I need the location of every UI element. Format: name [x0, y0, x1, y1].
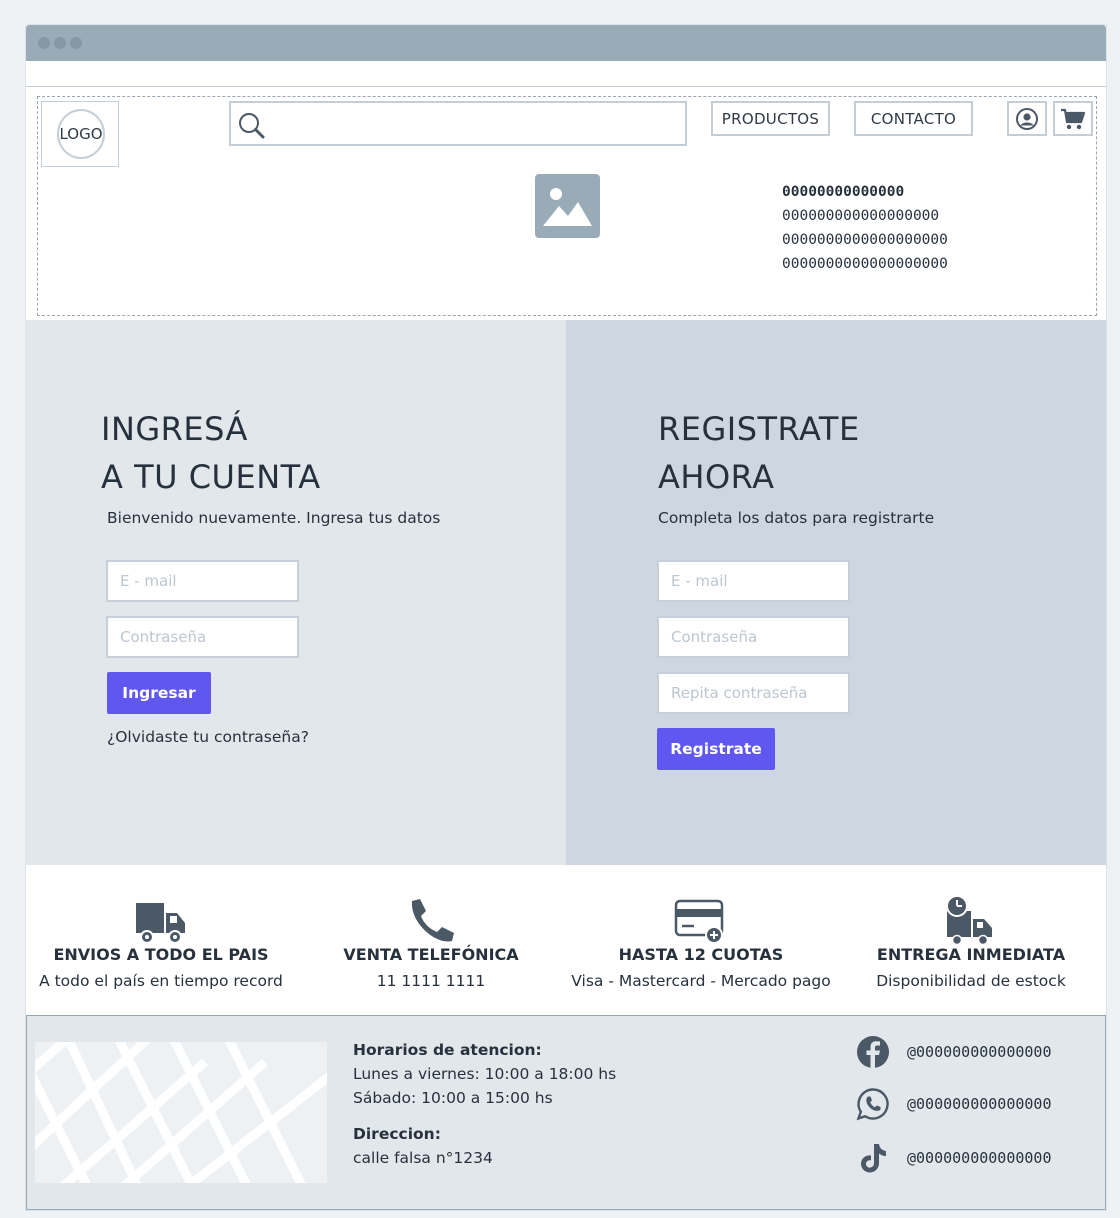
truck-icon [136, 903, 185, 944]
feature-title: ENTREGA INMEDIATA [876, 945, 1066, 964]
window-dot-icon [70, 37, 82, 49]
login-title-line: A TU CUENTA [101, 458, 321, 496]
feature-subtitle: 11 1111 1111 [376, 972, 486, 990]
feature-item: HASTA 12 CUOTAS Visa - Mastercard - Merc… [566, 865, 836, 1015]
register-title-line: AHORA [658, 458, 775, 496]
login-submit-button[interactable]: Ingresar [107, 672, 211, 714]
header-text-line: 0000000000000000000 [782, 232, 948, 248]
site-footer: Horarios de atencion: Lunes a viernes: 1… [26, 1015, 1106, 1210]
header-text-line: 000000000000000000 [782, 208, 940, 224]
window-dot-icon [54, 37, 66, 49]
feature-item: VENTA TELEFÓNICA 11 1111 1111 [296, 865, 566, 1015]
account-button[interactable] [1007, 101, 1047, 136]
register-submit-button[interactable]: Registrate [657, 728, 775, 770]
browser-window: LOGO PRODUCTOS CONTACTO 00000000000000 0… [26, 25, 1106, 1210]
nav-contacto-button[interactable]: CONTACTO [854, 101, 973, 136]
social-facebook-link[interactable]: @000000000000000 [855, 1032, 1095, 1072]
image-placeholder-icon [535, 174, 600, 238]
social-handle: @000000000000000 [907, 1149, 1052, 1167]
login-email-field[interactable] [106, 560, 299, 602]
cart-button[interactable] [1053, 101, 1093, 136]
feature-subtitle: Visa - Mastercard - Mercado pago [571, 972, 831, 990]
logo-label: LOGO [57, 109, 105, 159]
tiktok-icon [861, 1144, 886, 1173]
social-handle: @000000000000000 [907, 1043, 1052, 1061]
window-dot-icon [38, 37, 50, 49]
site-header: LOGO PRODUCTOS CONTACTO 00000000000000 0… [37, 96, 1097, 316]
user-circle-icon [1016, 107, 1038, 130]
register-subtitle: Completa los datos para registrarte [658, 509, 935, 527]
feature-subtitle: Disponibilidad de estock [876, 972, 1066, 990]
social-handle: @000000000000000 [907, 1095, 1052, 1113]
whatsapp-icon [856, 1088, 889, 1121]
phone-icon [411, 899, 454, 942]
nav-productos-button[interactable]: PRODUCTOS [711, 101, 830, 136]
feature-subtitle: A todo el país en tiempo record [39, 972, 283, 990]
login-title: INGRESÁ A TU CUENTA [101, 405, 321, 501]
search-input[interactable] [271, 103, 681, 144]
feature-item: ENTREGA INMEDIATA Disponibilidad de esto… [836, 865, 1106, 1015]
forgot-password-link[interactable]: ¿Olvidaste tu contraseña? [107, 728, 309, 746]
social-tiktok-link[interactable]: @000000000000000 [855, 1138, 1095, 1178]
hours-title: Horarios de atencion: [353, 1041, 542, 1059]
feature-title: HASTA 12 CUOTAS [618, 945, 784, 964]
feature-item: ENVIOS A TODO EL PAIS A todo el país en … [26, 865, 296, 1015]
register-email-field[interactable] [657, 560, 850, 602]
register-title-line: REGISTRATE [658, 410, 860, 448]
search-icon [239, 113, 265, 139]
register-section: REGISTRATE AHORA Completa los datos para… [566, 320, 1106, 865]
feature-title: ENVIOS A TODO EL PAIS [53, 945, 269, 964]
facebook-icon [857, 1036, 889, 1068]
register-repeat-password-field[interactable] [657, 672, 850, 714]
header-text-line: 00000000000000 [782, 184, 905, 200]
login-password-field[interactable] [106, 616, 299, 658]
login-subtitle: Bienvenido nuevamente. Ingresa tus datos [107, 509, 441, 527]
social-whatsapp-link[interactable]: @000000000000000 [855, 1084, 1095, 1124]
features-strip: ENVIOS A TODO EL PAIS A todo el país en … [26, 865, 1106, 1015]
register-title: REGISTRATE AHORA [658, 405, 860, 501]
address-bar[interactable] [26, 61, 1106, 87]
address-text: calle falsa n°1234 [353, 1149, 493, 1167]
cart-icon [1061, 108, 1086, 129]
window-titlebar [26, 25, 1106, 61]
hours-weekdays: Lunes a viernes: 10:00 a 18:00 hs [353, 1065, 617, 1083]
logo[interactable]: LOGO [41, 101, 119, 167]
truck-clock-icon [946, 895, 992, 945]
header-text-block: 00000000000000 000000000000000000 000000… [782, 180, 948, 276]
credit-card-icon [674, 899, 724, 944]
feature-title: VENTA TELEFÓNICA [343, 945, 519, 964]
store-info: Horarios de atencion: Lunes a viernes: 1… [353, 1038, 616, 1170]
register-password-field[interactable] [657, 616, 850, 658]
address-title: Direccion: [353, 1125, 441, 1143]
map-placeholder[interactable] [35, 1042, 327, 1183]
hours-saturday: Sábado: 10:00 a 15:00 hs [353, 1089, 553, 1107]
search-bar[interactable] [229, 101, 687, 146]
header-text-line: 0000000000000000000 [782, 256, 948, 272]
login-title-line: INGRESÁ [101, 410, 248, 448]
login-section: INGRESÁ A TU CUENTA Bienvenido nuevament… [26, 320, 566, 865]
